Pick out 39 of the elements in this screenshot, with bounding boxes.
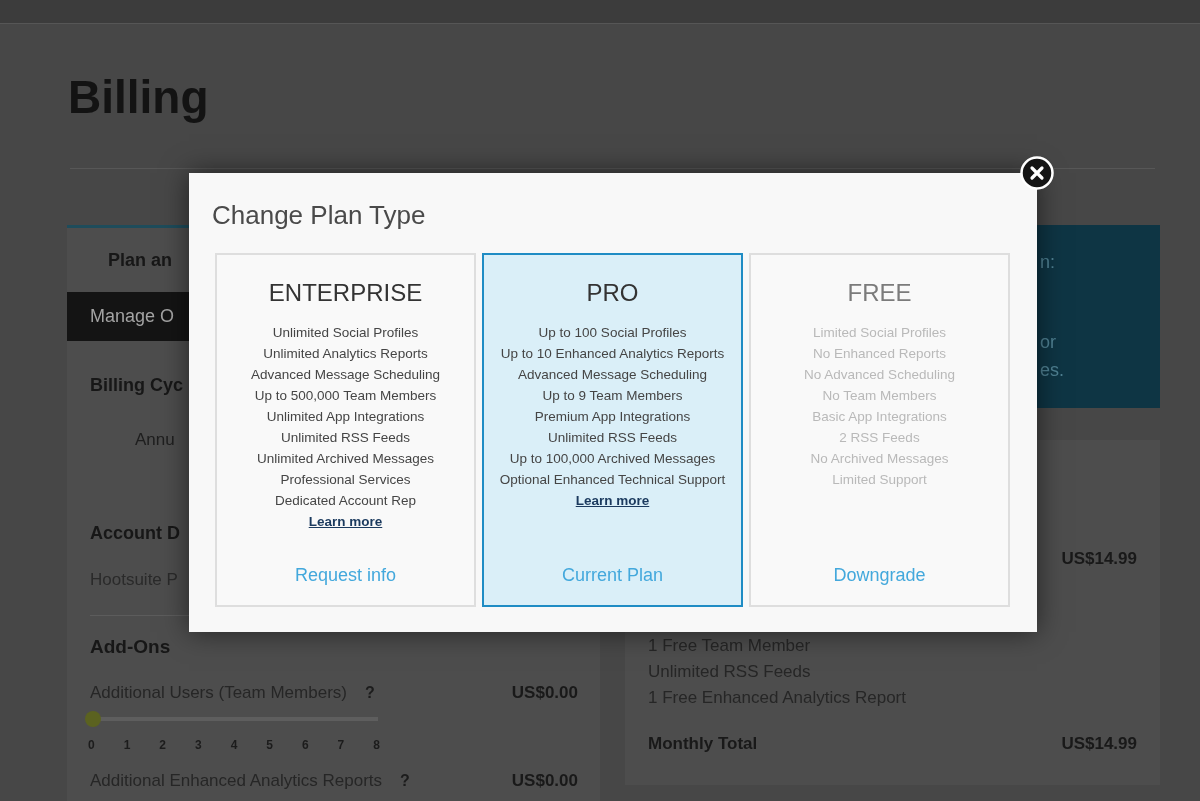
plan-feature: Limited Social Profiles — [813, 324, 946, 342]
plan-feature: No Team Members — [822, 387, 937, 405]
help-mark: ? — [400, 771, 410, 791]
plan-feature: Up to 10 Enhanced Analytics Reports — [500, 345, 725, 363]
plan-feature: Professional Services — [280, 471, 411, 489]
plan-feature: Unlimited RSS Feeds — [280, 429, 410, 447]
plan-feature: Up to 500,000 Team Members — [254, 387, 437, 405]
learn-more-link[interactable]: Learn more — [575, 490, 650, 511]
help-mark: ? — [364, 683, 375, 703]
banner-text: es. — [1040, 359, 1064, 382]
plan-feature: No Archived Messages — [810, 450, 949, 468]
close-button[interactable] — [1020, 156, 1054, 190]
plan-feature: Unlimited Social Profiles — [272, 324, 419, 342]
dialog-title: Change Plan Type — [212, 200, 426, 231]
manage-button[interactable]: Manage O — [67, 292, 189, 341]
banner-text: or — [1040, 331, 1056, 354]
plan-feature: Unlimited App Integrations — [266, 408, 425, 426]
plan-feature: Up to 100 Social Profiles — [538, 324, 687, 342]
plan-feature: Dedicated Account Rep — [274, 492, 417, 510]
plan-feature: Limited Support — [832, 471, 927, 489]
plan-feature: Up to 100,000 Archived Messages — [509, 450, 716, 468]
plan-feature: Unlimited RSS Feeds — [547, 429, 677, 447]
plan-feature: Basic App Integrations — [812, 408, 947, 426]
banner-text: n: — [1040, 251, 1055, 273]
plan-title: ENTERPRISE — [268, 278, 423, 308]
plan-feature: No Advanced Scheduling — [804, 366, 955, 384]
plan-feature: Optional Enhanced Technical Support — [499, 471, 726, 489]
plan-feature: Advanced Message Scheduling — [250, 366, 441, 384]
plan-feature: Up to 9 Team Members — [542, 387, 683, 405]
plan-feature: Premium App Integrations — [534, 408, 691, 426]
plan-feature: Advanced Message Scheduling — [517, 366, 708, 384]
plan-feature: No Enhanced Reports — [813, 345, 946, 363]
plan-title: PRO — [586, 278, 639, 308]
plan-feature: 2 RSS Feeds — [839, 429, 920, 447]
plan-feature: Unlimited Analytics Reports — [263, 345, 428, 363]
learn-more-link[interactable]: Learn more — [308, 511, 383, 532]
slider-thumb[interactable] — [85, 711, 101, 727]
plan-title: FREE — [847, 278, 912, 308]
plan-feature: Unlimited Archived Messages — [256, 450, 435, 468]
